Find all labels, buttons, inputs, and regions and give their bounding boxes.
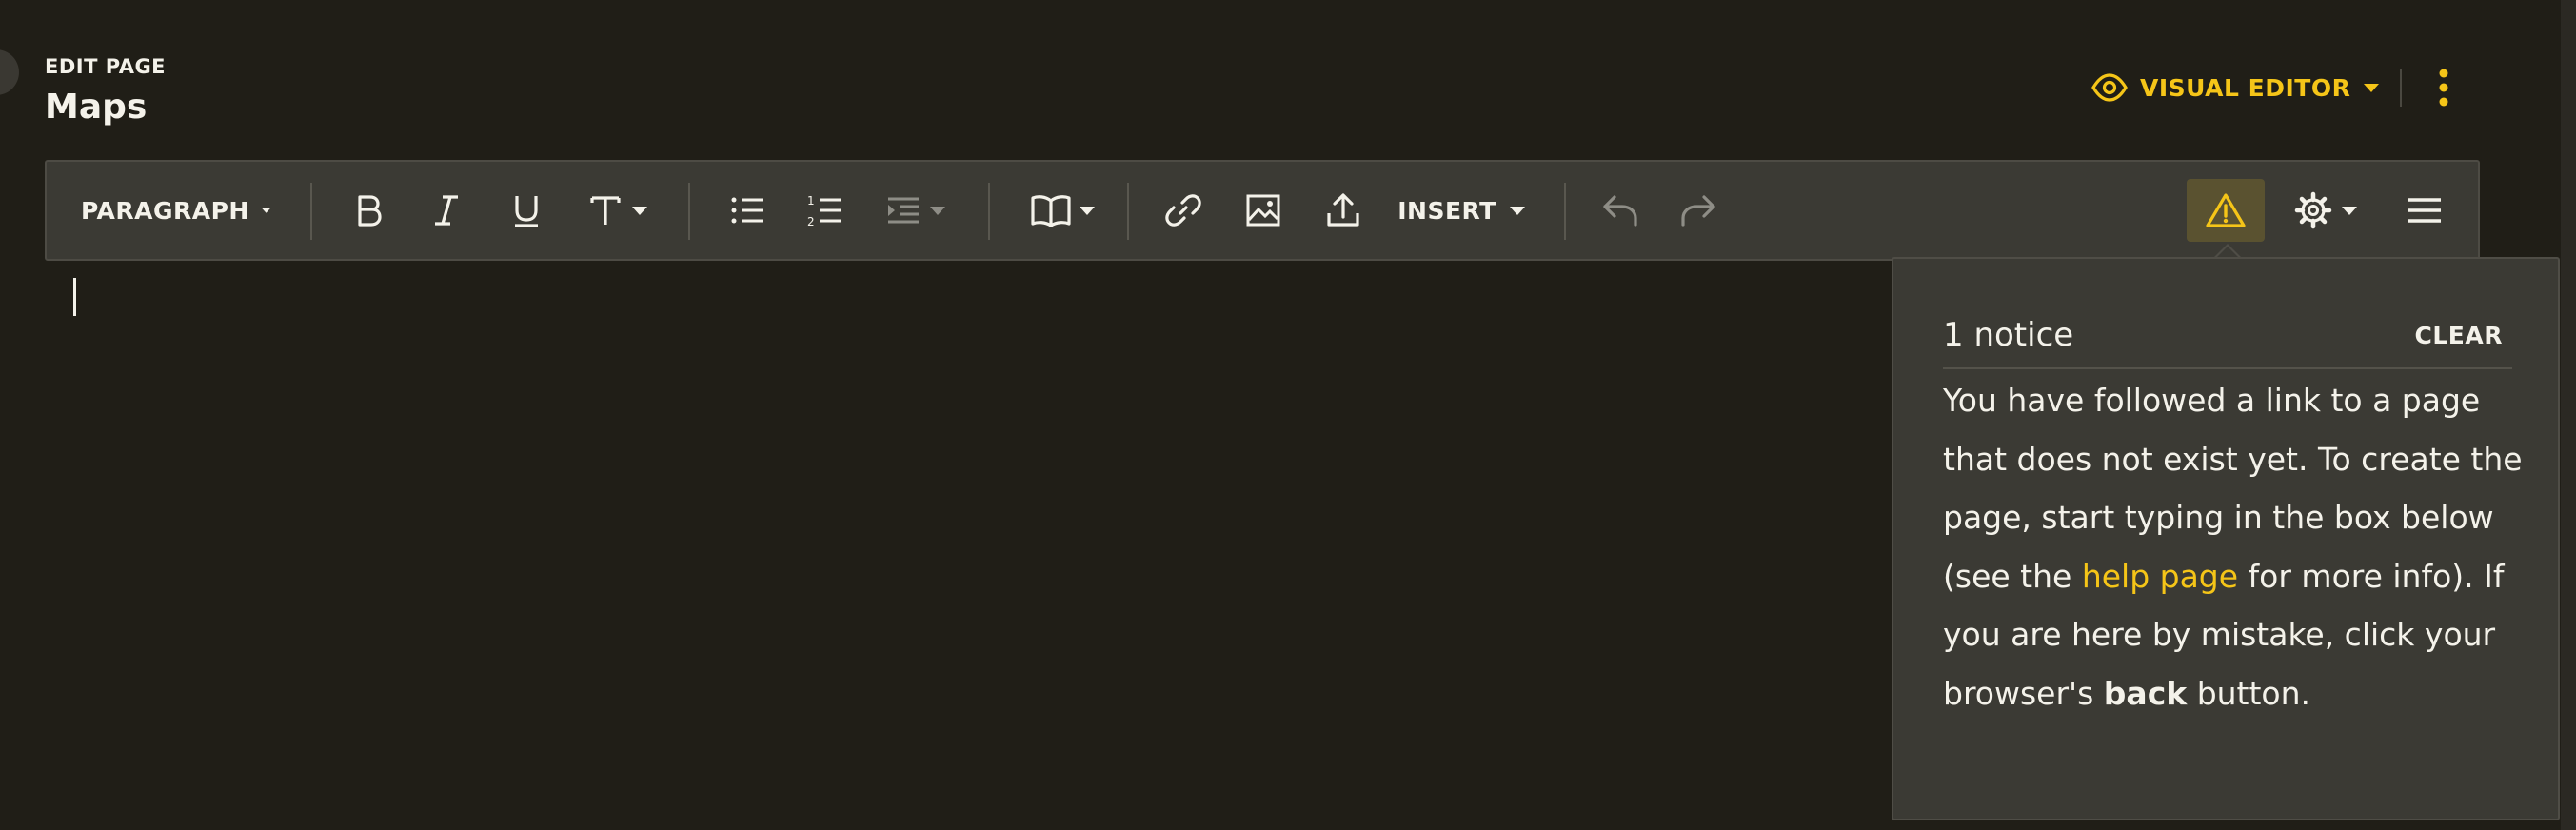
toolbar-separator xyxy=(988,183,990,240)
gear-icon xyxy=(2294,191,2332,229)
cite-button[interactable] xyxy=(1020,162,1107,259)
numbered-list-icon: 1 2 xyxy=(807,194,841,228)
underline-icon xyxy=(515,196,538,227)
indent-button[interactable] xyxy=(875,162,957,259)
notice-count: 1 notice xyxy=(1943,316,2074,354)
link-icon xyxy=(1165,194,1201,227)
eye-icon xyxy=(2091,73,2128,102)
image-icon xyxy=(1246,194,1280,227)
editor-content-area[interactable] xyxy=(45,261,1892,794)
insert-label: INSERT xyxy=(1397,196,1496,225)
redo-icon xyxy=(1681,195,1715,227)
notices-popup: 1 notice CLEAR You have followed a link … xyxy=(1892,257,2560,820)
toolbar-separator xyxy=(1127,183,1129,240)
text-style-icon xyxy=(590,196,621,225)
more-options-icon[interactable] xyxy=(2429,65,2458,110)
bullet-list-icon xyxy=(731,197,763,224)
notice-bold-text: back xyxy=(2103,674,2188,712)
toolbar-separator xyxy=(310,183,312,240)
header-divider xyxy=(2400,69,2402,107)
numbered-list-button[interactable]: 1 2 xyxy=(795,162,856,259)
image-button[interactable] xyxy=(1233,162,1294,259)
bold-button[interactable] xyxy=(338,162,399,259)
book-icon xyxy=(1031,195,1071,227)
text-style-button[interactable] xyxy=(576,162,662,259)
upload-icon xyxy=(1327,193,1359,227)
text-cursor xyxy=(73,278,76,316)
insert-button[interactable]: INSERT xyxy=(1391,162,1534,259)
window-edge xyxy=(2561,0,2576,830)
hamburger-icon xyxy=(2408,198,2441,223)
notice-text: button. xyxy=(2187,674,2311,712)
menu-button[interactable] xyxy=(2394,162,2455,259)
paragraph-format-button[interactable]: PARAGRAPH xyxy=(81,162,271,259)
chevron-down-icon xyxy=(2364,84,2380,92)
help-page-link[interactable]: help page xyxy=(2082,558,2238,595)
page-title: Maps xyxy=(45,88,148,127)
chevron-down-icon xyxy=(632,207,647,215)
chevron-down-icon xyxy=(1509,207,1525,215)
italic-button[interactable] xyxy=(416,162,477,259)
chevron-down-icon xyxy=(2342,207,2357,215)
underline-button[interactable] xyxy=(496,162,557,259)
paragraph-format-label: PARAGRAPH xyxy=(81,196,249,225)
indent-icon xyxy=(888,197,919,224)
editor-toolbar: PARAGRAPH 1 2 INSERT xyxy=(45,160,2480,261)
svg-text:2: 2 xyxy=(807,215,815,228)
bold-icon xyxy=(358,195,382,227)
editor-mode-label: VISUAL EDITOR xyxy=(2140,73,2351,102)
chevron-down-icon xyxy=(930,207,945,215)
toolbar-separator xyxy=(1564,183,1566,240)
page-options-button[interactable] xyxy=(2284,162,2369,259)
upload-button[interactable] xyxy=(1313,162,1374,259)
undo-icon xyxy=(1603,195,1637,227)
editor-mode-switch[interactable]: VISUAL EDITOR xyxy=(2091,67,2381,109)
chevron-down-icon xyxy=(261,208,270,213)
link-button[interactable] xyxy=(1153,162,1214,259)
warning-icon xyxy=(2206,193,2246,227)
edit-page-label: EDIT PAGE xyxy=(45,55,167,78)
italic-icon xyxy=(435,195,458,226)
redo-button[interactable] xyxy=(1668,162,1729,259)
toolbar-separator xyxy=(688,183,690,240)
avatar xyxy=(0,49,19,95)
clear-notices-button[interactable]: CLEAR xyxy=(2415,322,2503,349)
bulleted-list-button[interactable] xyxy=(717,162,778,259)
undo-button[interactable] xyxy=(1590,162,1651,259)
notice-message: You have followed a link to a page that … xyxy=(1943,371,2533,722)
notice-divider xyxy=(1943,367,2512,369)
svg-text:1: 1 xyxy=(807,194,815,208)
chevron-down-icon xyxy=(1080,207,1095,215)
